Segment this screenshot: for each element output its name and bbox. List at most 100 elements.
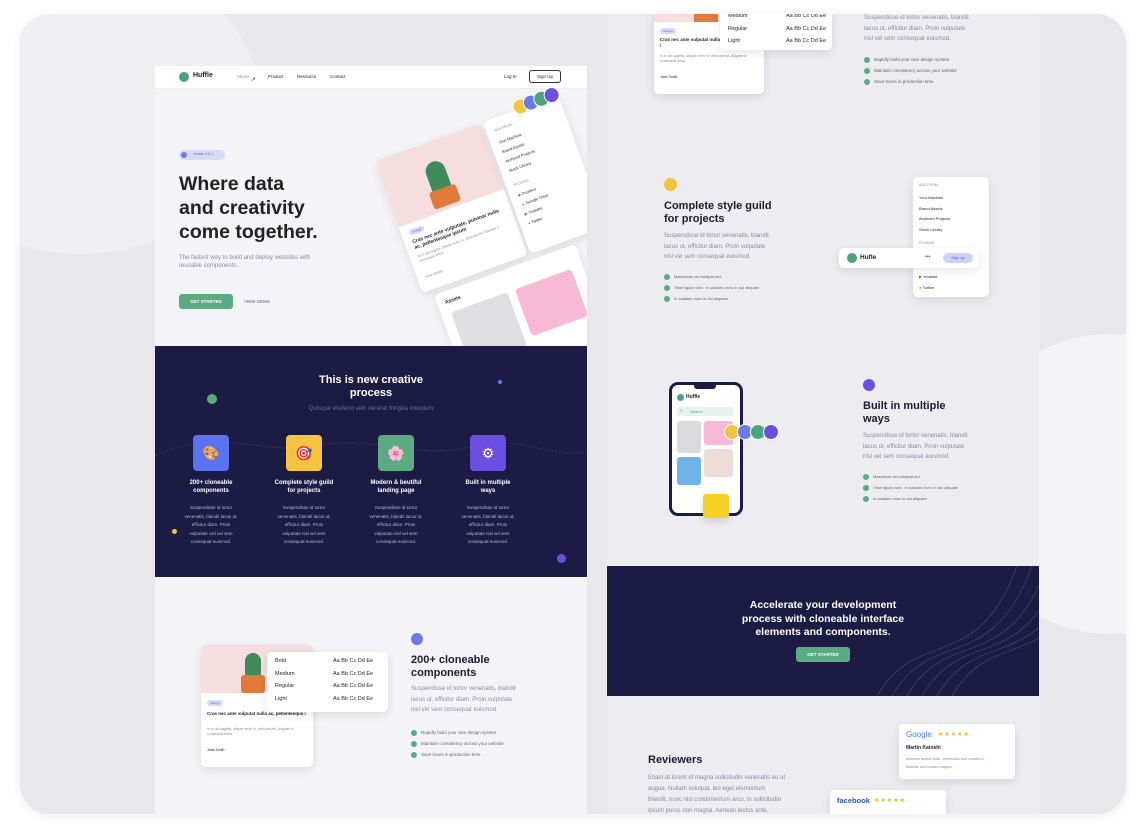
rating-stars: ★★★★★ xyxy=(874,798,906,804)
feature-title-line: ways xyxy=(480,487,496,494)
plugin-label: Twitter xyxy=(530,215,544,225)
cursor-icon: ➚ xyxy=(251,77,257,83)
feature-column: 🌸 Modern & beutiful landing page Suspendiss… xyxy=(350,435,442,547)
feature-icon: 🎨 xyxy=(193,435,229,471)
more-icon[interactable]: ••• xyxy=(925,254,930,260)
feature-body: Suspendisse id tortor venenatis, blandit … xyxy=(165,504,257,547)
left-page-preview: Huffle About ➚ Product Resource Contact … xyxy=(155,66,587,814)
feature-body-line: venenatis, blandit lacus ut, xyxy=(184,513,238,519)
plugin-item[interactable]: ▶ Youtube xyxy=(919,271,938,282)
assets-label: Assets xyxy=(444,294,462,306)
nav-link-product[interactable]: Product xyxy=(268,74,284,79)
menu-item[interactable]: Brand Assets xyxy=(919,204,950,215)
feature-title-line: Built in multiple xyxy=(465,480,511,486)
floating-yellow-tile xyxy=(703,494,729,518)
view-demo-link[interactable]: VIEW DEMO xyxy=(244,299,270,304)
cta-title: Accelerate your development process with… xyxy=(607,599,1039,640)
bullet-label: Maecenas vel volutpat orci xyxy=(674,274,722,279)
style-title-line: Complete style guild xyxy=(664,200,772,212)
feature-title: 200+ cloneable components xyxy=(165,480,257,495)
components-bullets: Rapidly build your own design system Mai… xyxy=(411,727,504,760)
card-author: Jane Smith xyxy=(660,75,678,79)
bullet-item: Maecenas vel volutpat orci xyxy=(664,271,759,282)
style-title: Complete style guild for projects xyxy=(664,200,772,226)
hero-title-line: come together. xyxy=(179,221,318,243)
review-text: Aenean lectus ante, venenatis sed mauris… xyxy=(906,755,985,771)
body-line: nisl vel sem consequat euismod. xyxy=(411,707,498,713)
font-sample: Aa Bb Cc Dd Ee xyxy=(786,14,827,19)
bullet-label: Vitae ligula nunc. In sodales nunc in du… xyxy=(674,285,760,290)
bullet-label: Maecenas vel volutpat orci xyxy=(873,474,921,479)
feature-body-line: vulputate nisl vel sem xyxy=(282,530,326,536)
nav-link-resource[interactable]: Resource xyxy=(297,74,316,79)
phone-search-input[interactable]: ⌕ Search xyxy=(677,407,733,416)
bullet-item: Rapidly build your own design system xyxy=(864,54,957,65)
phone-thumb[interactable] xyxy=(704,449,733,477)
check-icon xyxy=(664,273,670,280)
font-sample: Aa Bb Cc Dd Ee xyxy=(786,25,827,32)
feature-title-line: Modern & beutiful xyxy=(370,480,422,486)
phone-thumb[interactable] xyxy=(677,421,701,453)
feature-body: Suspendisse id tortor venenatis, blandit … xyxy=(258,504,350,547)
check-icon xyxy=(863,495,869,502)
process-subtitle: Quisque eleifend velit vel erat fringill… xyxy=(308,406,434,412)
components-section-icon xyxy=(411,633,423,645)
hero-subtitle: The fastest way to build and deploy webs… xyxy=(179,255,311,269)
multi-body: Suspendisse id tortor venenatis, blandit… xyxy=(863,431,968,463)
components-title-line: 200+ cloneable xyxy=(411,654,490,666)
feature-title-line: for projects xyxy=(287,487,321,494)
body-line: augue. Nullam volutpat, leo eget element… xyxy=(648,786,766,792)
top-body: Suspendisse id tortor venenatis, blandit… xyxy=(864,14,969,45)
bullet-item: Maintain consistency across your website xyxy=(411,738,504,749)
top-typography-card: Medium Aa Bb Cc Dd Ee Regular Aa Bb Cc Dd E… xyxy=(720,14,832,50)
body-line: lacus ut, efficitur diam. Proin vulputat… xyxy=(864,25,966,32)
bullet-item: Maecenas vel volutpat orci xyxy=(863,471,958,482)
menu-item[interactable]: Your Machine xyxy=(919,193,950,204)
nav-link-about[interactable]: About xyxy=(237,74,249,79)
process-title-line: process xyxy=(349,387,393,399)
hero-title-line: Where data xyxy=(179,173,285,195)
style-title-line: for projects xyxy=(664,213,725,225)
asset-thumb-pink[interactable] xyxy=(514,268,587,337)
check-icon xyxy=(864,56,870,63)
cta-get-started-button[interactable]: GET STARTED xyxy=(796,647,850,662)
feature-title: Built in multiple ways xyxy=(442,480,534,495)
get-started-button[interactable]: GET STARTED xyxy=(179,294,233,309)
phone-notch xyxy=(694,385,716,389)
process-section: This is new creative process Quisque ele… xyxy=(155,346,587,577)
cta-title-line: elements and components. xyxy=(755,626,891,638)
menu-list: Your Machine Brand Assets Archived Proje… xyxy=(919,193,950,235)
top-bullets: Rapidly build your own design system Mai… xyxy=(864,54,957,87)
body-line: Suspendisse id tortor venenatis, blandit xyxy=(411,686,516,692)
font-weight-label: Bold xyxy=(275,658,287,664)
feature-body-line: efficitur diam. Proin xyxy=(468,522,508,527)
phone-thumb[interactable] xyxy=(677,457,701,485)
menu-heading: ADD FROM... xyxy=(493,121,516,133)
facebook-logo: facebook xyxy=(837,796,870,805)
menu-item[interactable]: Archived Projects xyxy=(919,214,950,225)
body-line: nisl vel sem consequat euismod. xyxy=(664,254,751,260)
plugins-list: ▶ Youtube ● Twitter xyxy=(919,271,938,293)
feature-icon: ⚙ xyxy=(470,435,506,471)
cta-banner: Accelerate your development process with… xyxy=(607,566,1039,696)
google-logo: Google xyxy=(906,730,932,739)
nav-link-contact[interactable]: Contact xyxy=(330,74,346,79)
feature-body-line: consequat euismod. xyxy=(283,539,325,544)
feature-body: Suspendisse id tortor venenatis, blandit … xyxy=(442,504,534,547)
right-page-preview: Design Cras nec ante vulputat nulla ac, … xyxy=(607,14,1039,814)
body-line: nisl vel sem consequat euismod. xyxy=(863,454,950,460)
multi-title: Built in multiple ways xyxy=(863,400,946,426)
multi-section-icon xyxy=(863,379,875,391)
mini-signup-button[interactable]: Sign up xyxy=(943,253,973,263)
feature-body-line: venenatis, blandit lacus ut, xyxy=(369,513,423,519)
font-weight-label: Regular xyxy=(728,25,748,32)
feature-title: Complete style guild for projects xyxy=(258,480,350,495)
feature-column: 🎯 Complete style guild for projects Suspend… xyxy=(258,435,350,547)
bullet-label: Save hours in production time xyxy=(874,79,934,84)
bullet-item: In sodales nunc in dui aliquam xyxy=(863,493,958,504)
font-weight-label: Medium xyxy=(275,670,295,677)
menu-item[interactable]: Stock Library xyxy=(919,225,950,236)
card-author: Jane Smith xyxy=(207,748,225,752)
bullet-item: In sodales nunc in dui aliquam xyxy=(664,293,759,304)
plugin-item[interactable]: ● Twitter xyxy=(919,282,938,293)
